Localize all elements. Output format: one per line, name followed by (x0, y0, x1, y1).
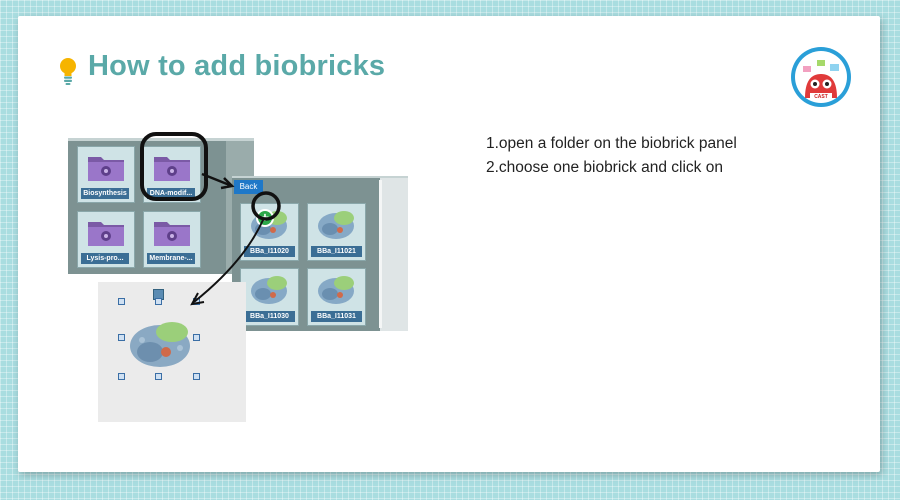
add-biobrick-button[interactable]: + (256, 209, 274, 227)
step-1: 1.open a folder on the biobrick panel (486, 135, 737, 152)
protein-structure-icon (318, 276, 354, 304)
protein-structure-icon (251, 276, 287, 304)
slide: How to add biobricks CAST 1.open a folde… (18, 16, 880, 472)
instruction-list: 1.open a folder on the biobrick panel 2.… (486, 132, 737, 180)
page-title: How to add biobricks (88, 50, 386, 82)
folder-gear-icon (154, 222, 190, 246)
resize-handle[interactable] (193, 298, 200, 305)
scroll-thumb[interactable] (379, 180, 382, 328)
folder-label: Lysis-pro... (81, 253, 129, 264)
resize-handle[interactable] (155, 298, 162, 305)
biobrick-label: BBa_I11030 (244, 311, 295, 322)
folder-label: Biosynthesis (81, 188, 129, 199)
folder-gear-icon (88, 157, 124, 181)
biobrick-panel: Back BBa_I11020 BBa_I11021 BBa_I11030 BB… (232, 176, 408, 331)
folder-lysis-protein[interactable]: Lysis-pro... (77, 211, 135, 268)
resize-handle[interactable] (118, 298, 125, 305)
folder-gear-icon (88, 222, 124, 246)
protein-structure-icon[interactable] (124, 314, 196, 374)
folder-panel: Biosynthesis DNA-modif... Lysis-pro... M… (68, 138, 254, 274)
resize-handle[interactable] (118, 373, 125, 380)
biobrick-item[interactable]: BBa_I11031 (307, 268, 366, 326)
resize-handle[interactable] (155, 373, 162, 380)
biobrick-label: BBa_I11021 (311, 246, 362, 257)
step-2: 2.choose one biobrick and click on (486, 159, 723, 176)
folder-label: Membrane-... (147, 253, 195, 264)
biobrick-item[interactable]: BBa_I11030 (240, 268, 299, 326)
biobrick-panel-scrollbar[interactable] (380, 178, 408, 331)
resize-handle[interactable] (193, 373, 200, 380)
biobrick-label: BBa_I11020 (244, 246, 295, 257)
folder-biosynthesis[interactable]: Biosynthesis (77, 146, 135, 203)
folder-label: DNA-modif... (147, 188, 195, 199)
back-button[interactable]: Back (234, 180, 263, 194)
biobrick-label: BBa_I11031 (311, 311, 362, 322)
biobrick-item[interactable]: BBa_I11021 (307, 203, 366, 261)
folder-membrane[interactable]: Membrane-... (143, 211, 201, 268)
lightbulb-icon (60, 58, 76, 85)
logo-text: CAST (814, 94, 828, 100)
protein-structure-icon (318, 211, 354, 239)
design-canvas[interactable] (98, 282, 246, 422)
team-logo: CAST (791, 47, 851, 107)
folder-gear-icon (154, 157, 190, 181)
folder-dna-modification[interactable]: DNA-modif... (143, 146, 201, 203)
